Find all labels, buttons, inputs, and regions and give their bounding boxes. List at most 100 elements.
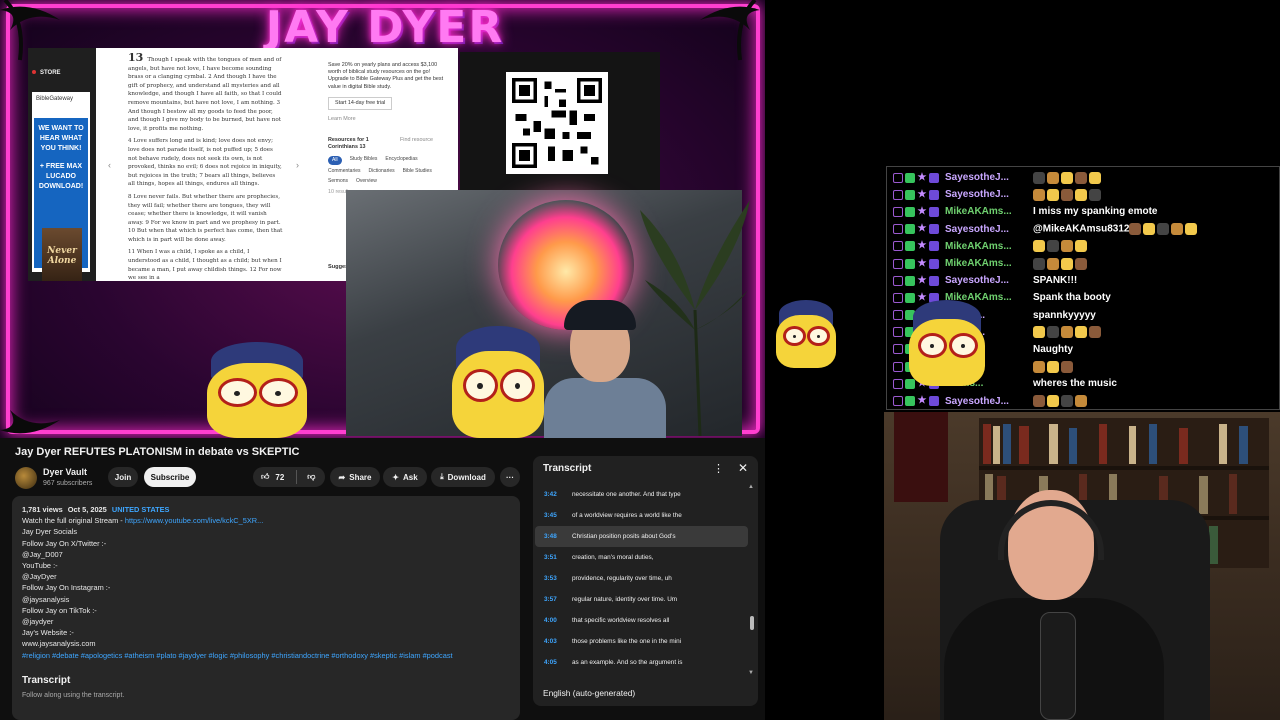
stream-link[interactable]: https://www.youtube.com/live/kckC_5XR... — [125, 516, 263, 525]
filter-chip[interactable]: Commentaries — [328, 168, 361, 175]
learn-more-link[interactable]: Learn More — [328, 116, 448, 123]
transcript-row-active[interactable]: 3:48 Christian position posits about God'… — [535, 526, 748, 547]
transcript-row[interactable]: 3:53 providence, regularity over time, uh — [535, 568, 748, 589]
filter-chip[interactable]: Encyclopedias — [385, 156, 417, 165]
chat-message: ★ SayesotheJ... @MikeAKAmsu8312 — [887, 221, 1279, 238]
book-cover: Never Alone — [42, 228, 82, 281]
channel-avatar[interactable] — [15, 467, 37, 489]
milhouse-emote — [772, 300, 840, 368]
subscriber-badge-icon — [929, 189, 939, 200]
verse-block: 4 Love suffers long and is kind; love do… — [128, 138, 282, 188]
thumbs-down-icon[interactable]: 👎︎ — [307, 472, 315, 482]
verse-block: Though I speak with the tongues of men a… — [128, 57, 282, 132]
store-label[interactable]: STORE — [40, 70, 61, 76]
chat-username[interactable]: SayesotheJ... — [945, 172, 1025, 183]
transcript-text: those problems like the one in the mini — [572, 638, 682, 645]
chat-emote-icon — [1061, 171, 1073, 184]
description-box[interactable]: 1,781 views Oct 5, 2025 UNITED STATES Wa… — [12, 496, 520, 720]
description-line: Jay Dyer Socials — [22, 527, 78, 537]
transcript-section-heading: Transcript — [22, 674, 71, 686]
star-badge-icon: ★ — [917, 205, 927, 217]
chat-text — [1033, 326, 1103, 339]
star-badge-icon: ★ — [917, 395, 927, 407]
transcript-scrollbar[interactable] — [750, 616, 754, 630]
scroll-down-icon[interactable]: ▼ — [748, 670, 754, 676]
verified-badge-icon — [905, 224, 915, 235]
transcript-row[interactable]: 3:51 creation, man's moral duties, — [535, 547, 748, 568]
feedback-ad[interactable]: WE WANT TO HEAR WHAT YOU THINK! + FREE M… — [34, 118, 88, 281]
free-trial-button[interactable]: Start 14-day free trial — [328, 96, 393, 111]
like-button[interactable]: 👍︎ 72 👎︎ — [253, 467, 325, 487]
upload-date: Oct 5, 2025 — [67, 505, 107, 514]
join-button[interactable]: Join — [108, 467, 138, 487]
transcript-text: necessitate one another. And that type — [572, 491, 681, 498]
next-chapter-icon[interactable]: › — [296, 160, 299, 170]
chat-emote-icon — [1061, 257, 1073, 270]
like-count: 72 — [275, 472, 285, 482]
chat-badges: ★ — [893, 172, 939, 183]
chat-username[interactable]: SayesotheJ... — [945, 224, 1025, 235]
chat-emote-icon — [1157, 223, 1170, 236]
transcript-row[interactable]: 3:42 necessitate one another. And that ty… — [535, 484, 748, 505]
filter-chip[interactable]: All — [328, 155, 342, 165]
badge-icon — [893, 327, 903, 338]
verified-badge-icon — [905, 258, 915, 269]
transcript-row[interactable]: 3:57 regular nature, identity over time. … — [535, 589, 748, 610]
ask-button[interactable]: ✦ Ask — [383, 467, 427, 487]
chat-text — [1033, 171, 1103, 184]
chat-username[interactable]: SayesotheJ... — [945, 396, 1025, 407]
chat-username[interactable]: SayesotheJ... — [945, 275, 1025, 286]
country-link[interactable]: UNITED STATES — [112, 505, 170, 514]
close-icon[interactable]: ✕ — [738, 461, 748, 475]
channel-name[interactable]: Dyer Vault — [43, 467, 87, 477]
subscriber-count: 967 subscribers — [43, 480, 93, 487]
chat-emote-icon — [1061, 326, 1073, 339]
chat-username[interactable]: SayesotheJ... — [945, 189, 1025, 200]
transcript-row[interactable]: 3:45 of a worldview requires a world like… — [535, 505, 748, 526]
transcript-text: as an example. And so the argument is — [572, 659, 683, 666]
transcript-section-subtitle: Follow along using the transcript. — [22, 692, 125, 700]
chat-emote-icon — [1061, 240, 1073, 253]
description-line: Jay's Website :- — [22, 628, 74, 638]
chat-emote-icon — [1047, 257, 1059, 270]
kebab-menu-icon[interactable]: ⋮ — [713, 462, 724, 475]
transcript-row[interactable]: 4:05 as an example. And so the argument i… — [535, 652, 748, 673]
filter-chip[interactable]: Study Bibles — [350, 156, 378, 165]
palm-tree-icon — [0, 370, 70, 438]
chat-username[interactable]: MikeAKAms... — [945, 258, 1025, 269]
filter-chip[interactable]: Bible Studies — [403, 168, 432, 175]
filter-chip[interactable]: Overview — [356, 178, 377, 185]
prev-chapter-icon[interactable]: ‹ — [108, 160, 111, 170]
transcript-row[interactable]: 4:03 those problems like the one in the m… — [535, 631, 748, 652]
chapter-number: 13 — [128, 51, 144, 64]
video-player[interactable]: JAY DYER STORE BibleGateway WE WANT TO H… — [0, 0, 765, 438]
more-actions-button[interactable]: ··· — [500, 467, 520, 487]
water-bottle — [1040, 612, 1076, 720]
badge-icon — [893, 206, 903, 217]
ad-card[interactable]: BibleGateway WE WANT TO HEAR WHAT YOU TH… — [32, 92, 90, 281]
share-button[interactable]: ➦ Share — [330, 467, 380, 487]
badge-icon — [893, 224, 903, 235]
chat-username[interactable]: MikeAKAms... — [945, 241, 1025, 252]
bible-gateway-logo: BibleGateway — [36, 96, 74, 102]
transcript-row[interactable]: 4:00 that specific worldview resolves all — [535, 610, 748, 631]
find-resource-input[interactable]: Find resource — [400, 137, 433, 144]
scroll-up-icon[interactable]: ▲ — [748, 484, 754, 490]
chat-emote-icon — [1033, 360, 1045, 373]
download-button[interactable]: ⤓ Download — [431, 467, 495, 487]
verse-block: 8 Love never fails. But whether there ar… — [128, 193, 283, 243]
chat-message-text: SPANK!!! — [1033, 275, 1078, 287]
transcript-language-select[interactable]: English (auto-generated) — [543, 688, 635, 698]
description-text: Watch the full original Stream - — [22, 516, 125, 526]
store-dot-icon — [32, 70, 36, 74]
chat-badges: ★ — [893, 241, 939, 252]
hashtag-list[interactable]: #religion #debate #apologetics #atheism … — [22, 650, 510, 661]
thumbs-up-icon: 👍︎ — [261, 472, 270, 481]
filter-chip[interactable]: Sermons — [328, 178, 348, 185]
chat-username[interactable]: MikeAKAms... — [945, 206, 1025, 217]
subscribe-button[interactable]: Subscribe — [144, 467, 196, 487]
chat-message-text: Spank tha booty — [1033, 292, 1111, 304]
filter-chip[interactable]: Dictionaries — [369, 168, 395, 175]
qr-code — [506, 72, 608, 174]
chat-badges: ★ — [893, 224, 939, 235]
